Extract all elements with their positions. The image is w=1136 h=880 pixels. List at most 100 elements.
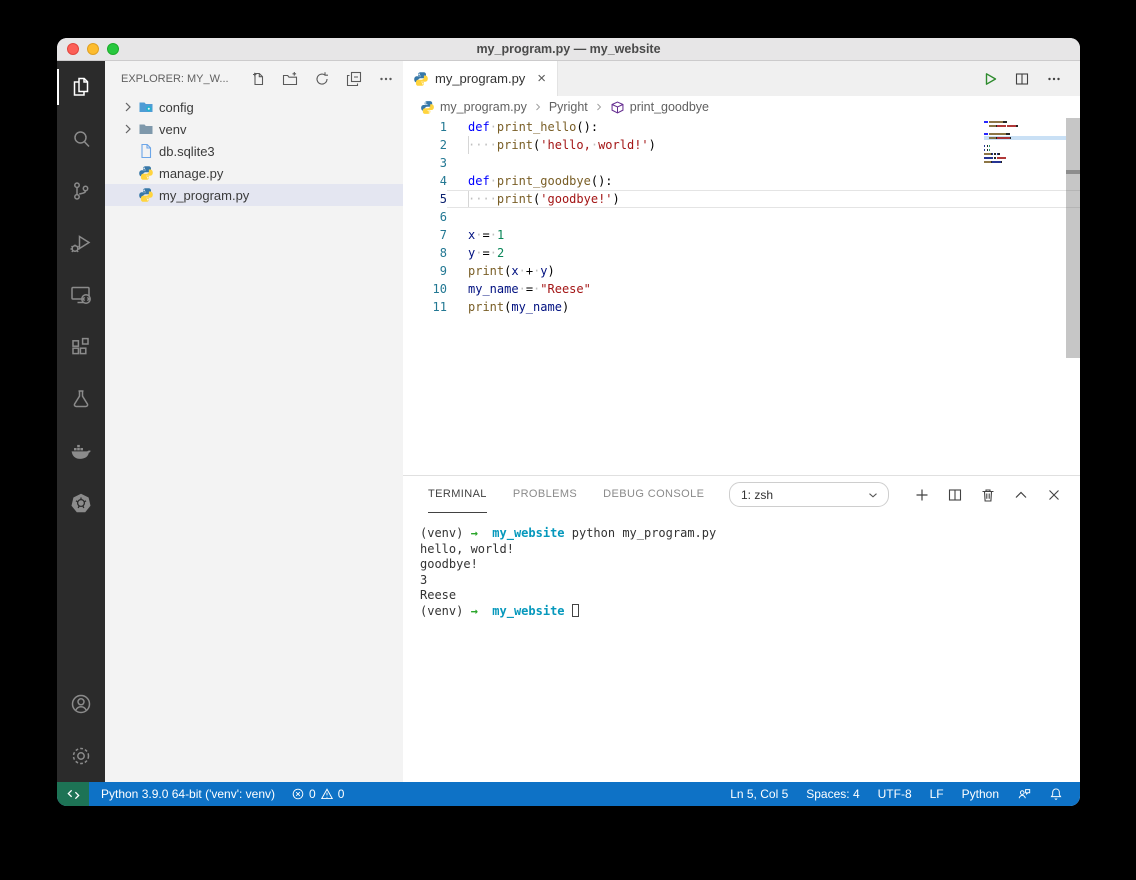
close-window-button[interactable] — [67, 43, 79, 55]
minimap[interactable] — [984, 120, 1066, 164]
activity-bar-item-run-debug[interactable] — [57, 217, 105, 269]
terminal-line: goodbye! — [420, 557, 1080, 573]
line-number: 8 — [403, 244, 447, 262]
code-text — [447, 208, 1080, 226]
activity-bar-item-testing[interactable] — [57, 373, 105, 425]
chevron-right-icon — [593, 101, 605, 113]
code-line-10[interactable]: 10my_name·=·"Reese" — [403, 280, 1080, 298]
twisty-spacer — [120, 143, 136, 159]
file-label: config — [159, 100, 194, 115]
split-terminal-button[interactable] — [947, 487, 963, 503]
code-line-11[interactable]: 11print(my_name) — [403, 298, 1080, 316]
file-row-my_program.py[interactable]: my_program.py — [105, 184, 403, 206]
scrollbar-notch — [1066, 170, 1080, 174]
indentation-button[interactable]: Spaces: 4 — [797, 782, 868, 806]
new-terminal-button[interactable] — [914, 487, 930, 503]
code-line-7[interactable]: 7x·=·1 — [403, 226, 1080, 244]
activity-bar-item-kubernetes[interactable] — [57, 477, 105, 529]
panel-tab-debug-console[interactable]: DEBUG CONSOLE — [603, 476, 704, 513]
folder-config-icon — [138, 99, 154, 115]
indent-guide — [468, 191, 469, 207]
more-actions-button[interactable] — [1046, 71, 1062, 87]
activity-bar-item-extensions[interactable] — [57, 321, 105, 373]
panel-tab-terminal[interactable]: TERMINAL — [428, 476, 487, 513]
file-tree: config venvdb.sqlite3manage.py my_program.… — [105, 96, 403, 782]
activity-bar-item-remote-explorer[interactable] — [57, 269, 105, 321]
language-mode-button[interactable]: Python — [953, 782, 1008, 806]
feedback-button[interactable] — [1008, 782, 1040, 806]
code-editor[interactable]: 1def·print_hello():2····print('hello,·wo… — [403, 118, 1080, 475]
editor-scrollbar — [1066, 118, 1080, 475]
new-file-icon[interactable] — [250, 71, 266, 87]
eol-button[interactable]: LF — [921, 782, 953, 806]
cursor-position-button[interactable]: Ln 5, Col 5 — [721, 782, 797, 806]
terminal-line: (venv) → my_website python my_program.py — [420, 526, 1080, 542]
chevron-down-icon — [866, 488, 880, 502]
maximize-panel-button[interactable] — [1013, 487, 1029, 503]
breadcrumb-symbol[interactable]: print_goodbye — [630, 100, 709, 114]
screen: my_program.py — my_website EXPLORER: MY_… — [0, 0, 1136, 880]
code-text: ····print('goodbye!') — [447, 190, 1080, 208]
code-line-8[interactable]: 8y·=·2 — [403, 244, 1080, 262]
code-line-5[interactable]: 5····print('goodbye!') — [403, 190, 1080, 208]
refresh-icon[interactable] — [314, 71, 330, 87]
chevron-right-icon[interactable] — [120, 121, 136, 137]
chevron-right-icon[interactable] — [120, 99, 136, 115]
activity-bar-item-account[interactable] — [57, 678, 105, 730]
editor-tab-my-program[interactable]: my_program.py × — [403, 61, 558, 96]
line-number: 7 — [403, 226, 447, 244]
line-number: 3 — [403, 154, 447, 172]
terminal-shell-dropdown[interactable]: 1: zsh — [729, 482, 889, 507]
terminal-output[interactable]: (venv) → my_website python my_program.py… — [403, 513, 1080, 782]
terminal-line: Reese — [420, 588, 1080, 604]
encoding-button[interactable]: UTF-8 — [869, 782, 921, 806]
window-title: my_program.py — my_website — [476, 42, 660, 56]
activity-bar-item-settings[interactable] — [57, 730, 105, 782]
code-line-6[interactable]: 6 — [403, 208, 1080, 226]
python-file-icon — [413, 71, 429, 87]
file-row-manage.py[interactable]: manage.py — [105, 162, 403, 184]
error-icon — [291, 787, 305, 801]
code-line-3[interactable]: 3 — [403, 154, 1080, 172]
close-panel-button[interactable] — [1046, 487, 1062, 503]
activity-bar-item-docker[interactable] — [57, 425, 105, 477]
activity-bar-item-explorer[interactable] — [57, 61, 105, 113]
run-python-file-button[interactable] — [982, 71, 998, 87]
breadcrumb-scope[interactable]: Pyright — [549, 100, 588, 114]
bell-icon — [1049, 787, 1063, 801]
code-line-2[interactable]: 2····print('hello,·world!') — [403, 136, 1080, 154]
python-interpreter-button[interactable]: Python 3.9.0 64-bit ('venv': venv) — [93, 782, 283, 806]
notifications-button[interactable] — [1040, 782, 1072, 806]
code-text: def·print_goodbye(): — [447, 172, 1080, 190]
code-line-4[interactable]: 4def·print_goodbye(): — [403, 172, 1080, 190]
symbol-function-icon — [610, 100, 625, 115]
file-row-venv[interactable]: venv — [105, 118, 403, 140]
zoom-window-button[interactable] — [107, 43, 119, 55]
code-line-1[interactable]: 1def·print_hello(): — [403, 118, 1080, 136]
scrollbar-thumb[interactable] — [1066, 118, 1080, 358]
file-row-db.sqlite3[interactable]: db.sqlite3 — [105, 140, 403, 162]
python-icon — [138, 187, 154, 203]
code-text: y·=·2 — [447, 244, 1080, 262]
bottom-panel: TERMINAL PROBLEMS DEBUG CONSOLE 1: zsh (ve… — [403, 475, 1080, 782]
remote-indicator-button[interactable] — [57, 782, 89, 806]
tab-close-icon[interactable]: × — [534, 70, 549, 87]
new-folder-icon[interactable] — [282, 71, 298, 87]
terminal-line: (venv) → my_website — [420, 604, 1080, 620]
twisty-spacer — [120, 187, 136, 203]
breadcrumb-file[interactable]: my_program.py — [440, 100, 527, 114]
chevron-right-icon — [532, 101, 544, 113]
title-bar[interactable]: my_program.py — my_website — [57, 38, 1080, 61]
kill-terminal-button[interactable] — [980, 487, 996, 503]
file-row-config[interactable]: config — [105, 96, 403, 118]
minimize-window-button[interactable] — [87, 43, 99, 55]
more-icon[interactable] — [378, 71, 394, 87]
activity-bar-item-source-control[interactable] — [57, 165, 105, 217]
collapse-all-icon[interactable] — [346, 71, 362, 87]
code-line-9[interactable]: 9print(x·+·y) — [403, 262, 1080, 280]
activity-bar-item-search[interactable] — [57, 113, 105, 165]
panel-tab-problems[interactable]: PROBLEMS — [513, 476, 577, 513]
file-label: my_program.py — [159, 188, 249, 203]
problems-button[interactable]: 0 0 — [283, 782, 352, 806]
split-editor-button[interactable] — [1014, 71, 1030, 87]
